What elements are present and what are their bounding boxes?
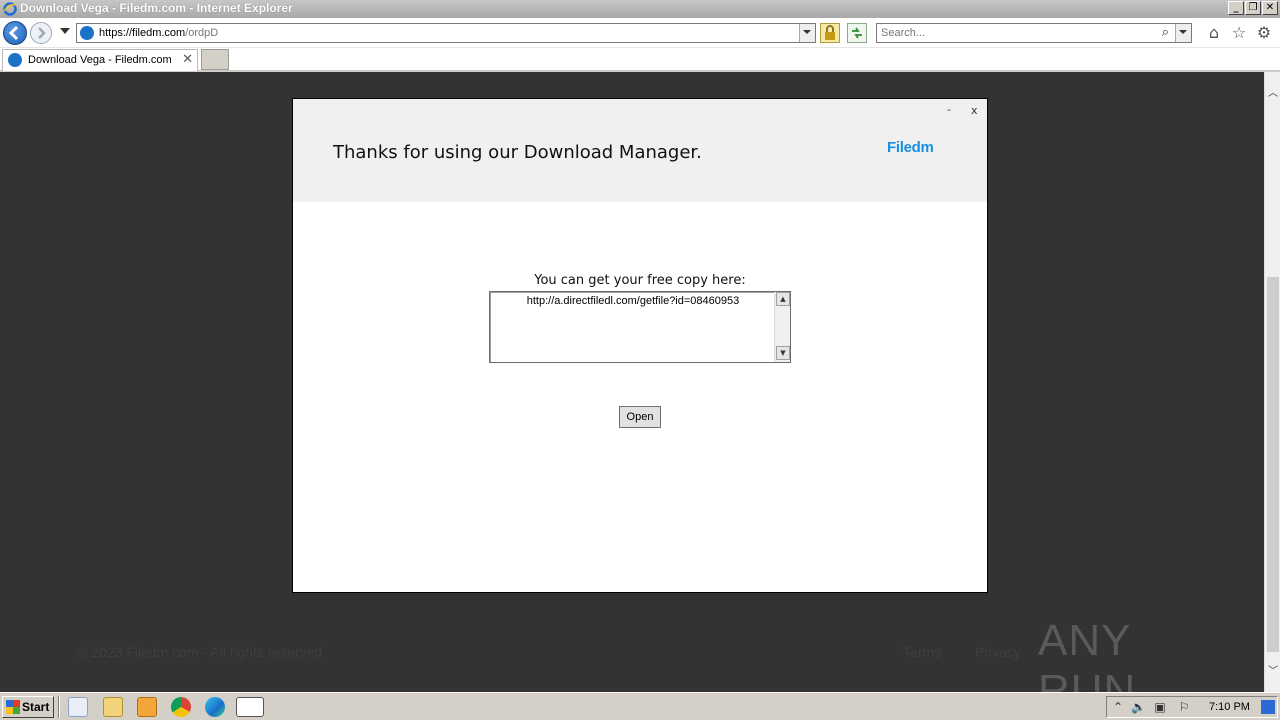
scroll-down-icon[interactable]: ▼	[776, 346, 790, 360]
scroll-down-icon[interactable]: ﹀	[1268, 662, 1278, 677]
search-box[interactable]: ⌕	[876, 23, 1192, 43]
site-favicon-icon	[8, 53, 22, 67]
url-path: /ordpD	[185, 27, 219, 39]
tab-label: Download Vega - Filedm.com	[28, 54, 172, 66]
minimize-window-button[interactable]: _	[1228, 1, 1244, 15]
download-link-text[interactable]: http://a.directfiledl.com/getfile?id=084…	[498, 295, 768, 307]
refresh-button[interactable]	[847, 23, 867, 43]
address-dropdown-button[interactable]	[799, 24, 815, 42]
clock[interactable]: 7:10 PM	[1209, 701, 1250, 713]
new-tab-button[interactable]	[201, 49, 229, 70]
lock-icon	[825, 25, 835, 40]
dialog-minimize-button[interactable]: -	[947, 103, 951, 116]
ie-taskbar-icon[interactable]	[68, 697, 88, 717]
tab-download-vega[interactable]: Download Vega - Filedm.com ✕	[2, 49, 198, 71]
footer-link-privacy[interactable]: Privacy	[975, 644, 1021, 660]
download-link-textarea[interactable]: http://a.directfiledl.com/getfile?id=084…	[489, 291, 791, 363]
address-url[interactable]: https://filedm.com/ordpD	[99, 27, 218, 39]
refresh-icon	[852, 27, 862, 39]
filedm-logo: Filedm	[887, 139, 934, 156]
dialog-title: Thanks for using our Download Manager.	[333, 142, 702, 163]
watermark-text: ANY RUN	[1038, 616, 1137, 692]
chevron-down-icon	[803, 30, 811, 34]
recent-pages-dropdown-icon[interactable]	[60, 28, 70, 34]
download-manager-dialog: - x Thanks for using our Download Manage…	[292, 98, 988, 593]
favorites-star-icon[interactable]: ☆	[1230, 24, 1248, 42]
window-title: Download Vega - Filedm.com - Internet Ex…	[20, 1, 293, 15]
search-icon[interactable]: ⌕	[1162, 25, 1169, 40]
media-player-icon[interactable]	[137, 697, 157, 717]
forward-arrow-icon	[38, 27, 46, 39]
edge-icon[interactable]	[205, 697, 225, 717]
forward-button[interactable]	[30, 22, 52, 44]
address-bar[interactable]: https://filedm.com/ordpD	[76, 23, 816, 43]
start-label: Start	[22, 700, 50, 714]
action-center-flag-icon[interactable]: ⚐	[1177, 700, 1191, 714]
active-app-taskbar-icon[interactable]	[236, 697, 264, 717]
dialog-close-button[interactable]: x	[971, 104, 978, 117]
footer-copyright: © 2023 Filedm.com - All rights reserved	[77, 644, 323, 660]
home-icon[interactable]: ⌂	[1205, 24, 1223, 42]
ie-logo-icon	[3, 2, 17, 16]
site-favicon-icon	[80, 26, 94, 40]
taskbar-separator	[58, 696, 60, 718]
system-tray: ⌃ 🔈 ▣ ⚐ 7:10 PM	[1106, 696, 1278, 718]
scroll-up-icon[interactable]: ▲	[776, 292, 790, 306]
free-copy-label: You can get your free copy here:	[534, 273, 746, 288]
web-page-content: © 2023 Filedm.com - All rights reserved …	[0, 72, 1264, 692]
window-title-bar[interactable]: Download Vega - Filedm.com - Internet Ex…	[0, 0, 1280, 18]
security-lock-button[interactable]	[820, 23, 840, 43]
scroll-up-icon[interactable]: ︿	[1268, 84, 1278, 99]
close-window-button[interactable]: ✕	[1262, 1, 1278, 15]
navigation-bar: https://filedm.com/ordpD ⌕ ⌂ ☆ ⚙	[0, 18, 1280, 48]
open-button[interactable]: Open	[619, 406, 661, 428]
chevron-down-icon	[1179, 30, 1187, 34]
show-desktop-icon[interactable]	[1261, 700, 1275, 714]
footer-link-terms[interactable]: Terms	[903, 644, 941, 660]
show-hidden-icons-icon[interactable]: ⌃	[1111, 700, 1125, 714]
close-tab-icon[interactable]: ✕	[182, 52, 193, 67]
restore-window-button[interactable]: ❐	[1245, 1, 1261, 15]
tab-bar: Download Vega - Filedm.com ✕	[0, 48, 1280, 71]
volume-icon[interactable]: 🔈	[1131, 700, 1146, 714]
url-host: https://filedm.com	[99, 27, 186, 39]
start-button[interactable]: Start	[2, 696, 54, 718]
back-arrow-icon	[8, 25, 19, 41]
back-button[interactable]	[3, 21, 27, 45]
search-provider-dropdown[interactable]	[1175, 24, 1191, 42]
dialog-header: - x Thanks for using our Download Manage…	[293, 99, 987, 202]
textarea-scrollbar[interactable]: ▲ ▼	[774, 292, 790, 362]
network-icon[interactable]: ▣	[1153, 700, 1167, 714]
windows-flag-icon	[6, 700, 20, 714]
gear-icon[interactable]: ⚙	[1255, 24, 1273, 42]
folder-icon[interactable]	[103, 697, 123, 717]
page-scrollbar[interactable]: ︿ ﹀	[1264, 72, 1280, 692]
search-input[interactable]	[881, 25, 1151, 41]
chrome-icon[interactable]	[171, 697, 191, 717]
taskbar: Start ⌃ 🔈 ▣ ⚐ 7:10 PM	[0, 692, 1280, 720]
scrollbar-thumb[interactable]	[1267, 277, 1279, 652]
